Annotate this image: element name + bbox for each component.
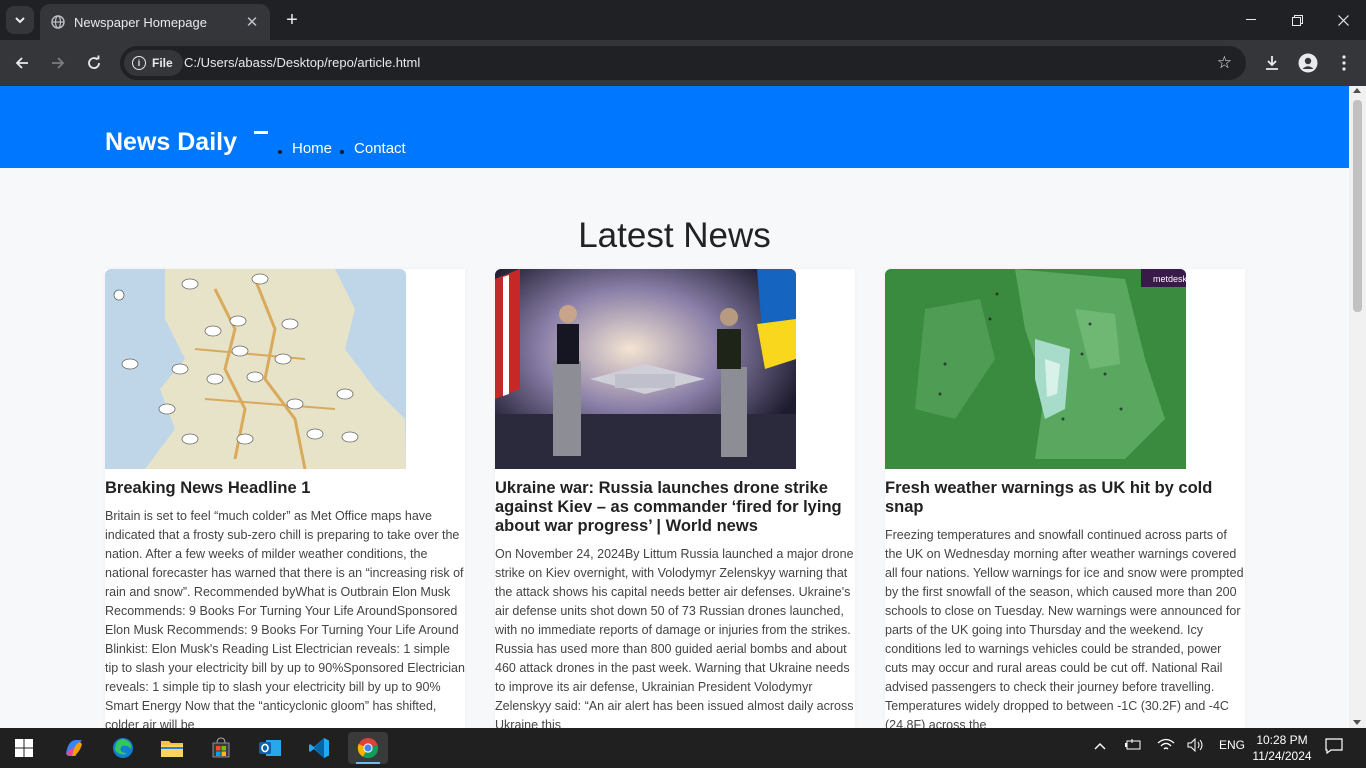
site-logo[interactable]: News Daily [105,128,237,157]
reload-icon [88,55,100,69]
article-body: Freezing temperatures and snowfall conti… [885,528,1244,728]
clock-time: 10:28 PM [1256,733,1308,747]
site-nav: Home Contact [278,140,414,157]
scroll-up-arrow-icon[interactable] [1353,88,1361,93]
clock-date: 11/24/2024 [1252,749,1312,763]
start-button[interactable] [4,732,44,764]
new-tab-button[interactable]: + [280,8,304,32]
download-icon [1266,56,1278,70]
section-title: Latest News [578,216,771,255]
article-title[interactable]: Fresh weather warnings as UK hit by cold… [885,479,1245,517]
tray-overflow-icon[interactable] [1094,738,1106,753]
header-dash [254,131,268,134]
article-image[interactable]: metdesk [885,269,1186,469]
page-scrollbar[interactable] [1349,86,1366,728]
store-icon [212,737,230,758]
close-icon [1337,14,1349,26]
outlook-icon [259,740,281,756]
reload-button[interactable] [80,49,108,77]
tab-search-button[interactable] [6,6,34,34]
bookmark-star-icon[interactable]: ☆ [1217,53,1232,73]
site-info-label: File [152,56,173,70]
browser-tab[interactable]: Newspaper Homepage ✕ [40,4,270,40]
metdesk-snow-map-image: metdesk [885,269,1186,469]
chrome-icon [357,738,379,759]
article-image[interactable] [105,269,406,469]
vscode-icon [309,738,329,758]
close-window-button[interactable] [1320,0,1366,40]
url-text[interactable]: C:/Users/abass/Desktop/repo/article.html [184,55,420,70]
scrollbar-thumb[interactable] [1353,100,1362,312]
taskbar: ENG 10:28 PM 11/24/2024 [0,728,1366,768]
kebab-menu-icon [1342,55,1346,71]
site-info-chip[interactable]: i File [124,50,183,76]
address-bar[interactable]: i File C:/Users/abass/Desktop/repo/artic… [120,46,1246,80]
article-image[interactable] [495,269,796,469]
volume-icon[interactable] [1187,737,1205,755]
profile-icon [1298,53,1318,73]
menu-button[interactable] [1330,49,1358,77]
article-card[interactable]: metdesk Fresh weather warnings as UK hit… [885,269,1245,728]
taskbar-app-file-explorer[interactable] [152,732,192,764]
restore-button[interactable] [1274,0,1320,40]
nav-bullet [278,149,282,154]
profile-button[interactable] [1294,49,1322,77]
page-viewport: News Daily Home Contact Latest News Brea… [0,86,1366,728]
language-indicator[interactable]: ENG [1219,738,1245,752]
file-explorer-icon [161,741,183,757]
taskbar-clock[interactable]: 10:28 PM 11/24/2024 [1252,732,1312,764]
taskbar-app-outlook[interactable] [250,732,290,764]
article-body: On November 24, 2024By Littum Russia lau… [495,547,854,728]
taskbar-app-chrome[interactable] [348,732,388,764]
uk-weather-map-image [105,269,406,469]
minimize-button[interactable] [1228,0,1274,40]
metdesk-logo: metdesk [1153,274,1186,284]
nav-bullet [340,149,345,154]
notification-icon[interactable] [1325,738,1343,757]
restore-icon [1291,14,1303,26]
edge-icon [113,738,133,758]
chevron-down-icon [15,16,25,23]
start-icon [15,739,33,757]
forward-button[interactable] [44,49,72,77]
article-card[interactable]: Ukraine war: Russia launches drone strik… [495,269,855,728]
browser-toolbar: i File C:/Users/abass/Desktop/repo/artic… [0,40,1366,86]
minimize-icon [1246,19,1256,20]
press-conference-photo-image [495,269,796,469]
battery-icon[interactable] [1124,738,1142,755]
arrow-right-icon [52,57,65,69]
taskbar-app-copilot[interactable] [54,732,94,764]
taskbar-app-store[interactable] [201,732,241,764]
copilot-icon [66,740,82,756]
globe-icon [50,14,66,30]
article-card[interactable]: Breaking News Headline 1 Britain is set … [105,269,465,728]
tab-strip: Newspaper Homepage ✕ + [0,0,1366,40]
downloads-button[interactable] [1258,49,1286,77]
wifi-icon[interactable] [1157,738,1175,755]
article-title[interactable]: Ukraine war: Russia launches drone strik… [495,479,855,536]
site-header: News Daily Home Contact [0,86,1349,168]
nav-link-contact[interactable]: Contact [354,140,406,157]
taskbar-app-edge[interactable] [103,732,143,764]
back-button[interactable] [8,49,36,77]
info-icon: i [132,56,146,70]
tab-title: Newspaper Homepage [74,14,207,30]
article-body: Britain is set to feel “much colder” as … [105,509,465,728]
scroll-down-arrow-icon[interactable] [1353,720,1361,725]
taskbar-app-vscode[interactable] [299,732,339,764]
tab-close-icon[interactable]: ✕ [244,13,260,31]
arrow-left-icon [15,57,28,69]
article-title[interactable]: Breaking News Headline 1 [105,479,465,498]
nav-link-home[interactable]: Home [292,140,332,157]
